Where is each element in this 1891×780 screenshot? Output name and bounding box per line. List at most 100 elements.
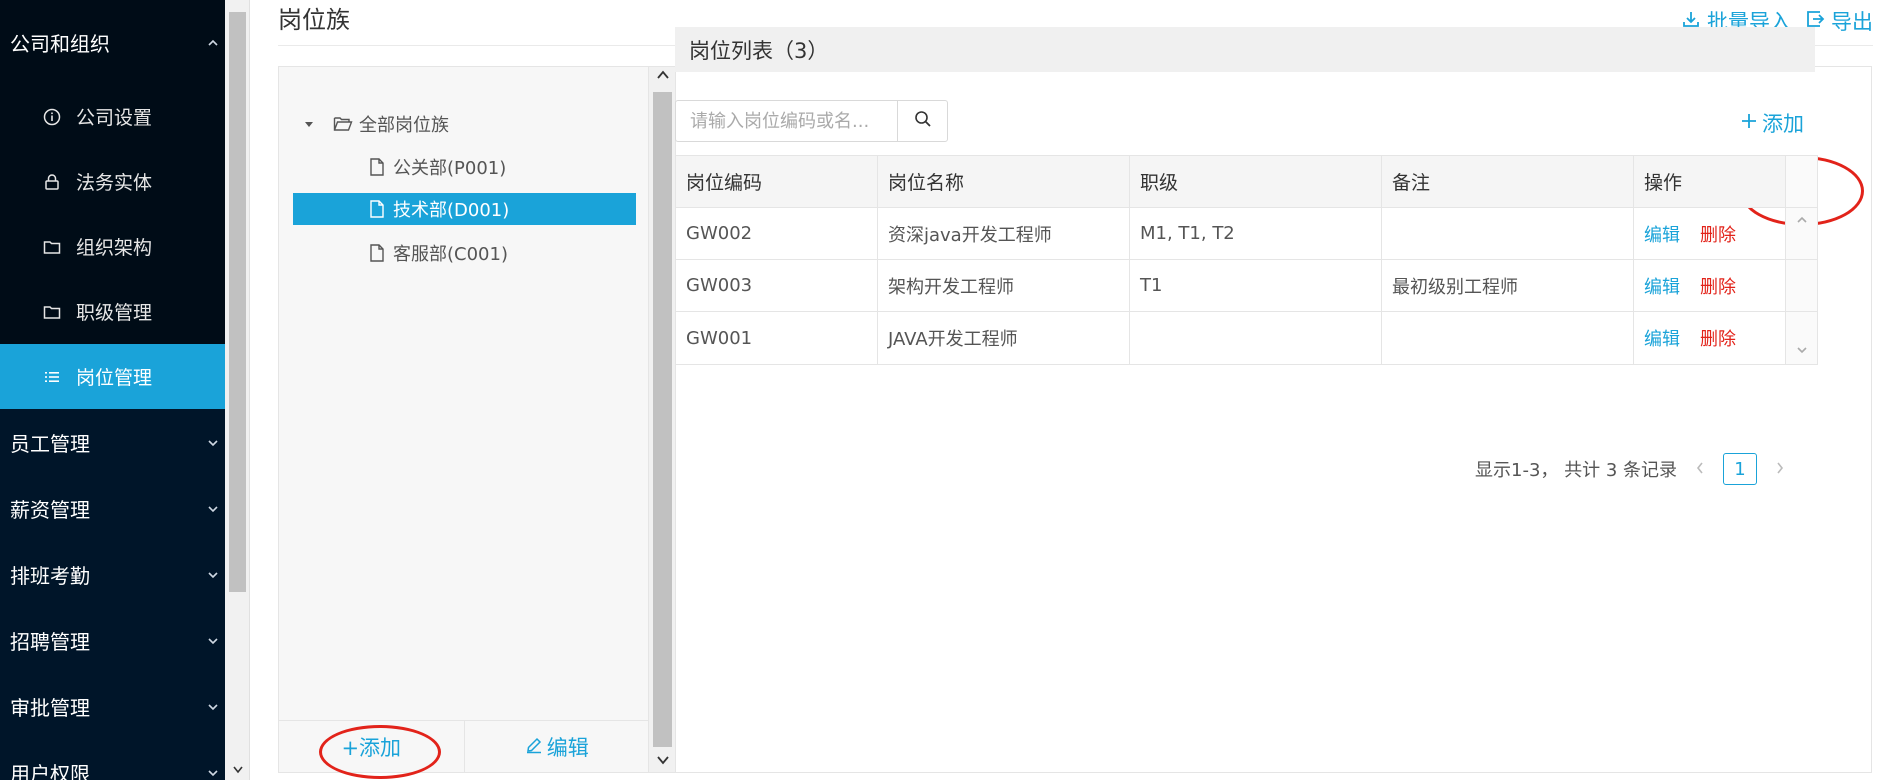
sidebar-item-legal-entity[interactable]: 法务实体: [0, 149, 225, 214]
cell-actions: 编辑 删除: [1634, 208, 1786, 259]
cell-actions: 编辑 删除: [1634, 260, 1786, 311]
cell-code: GW003: [676, 260, 878, 311]
export-button[interactable]: 导出: [1805, 6, 1873, 36]
table-scrollbar-header: [1786, 156, 1817, 207]
sidebar-item-label: 公司设置: [76, 107, 153, 129]
delete-link[interactable]: 删除: [1700, 325, 1736, 351]
sidebar-group-label: 用户权限: [10, 761, 90, 780]
list-icon: [42, 367, 62, 387]
chevron-down-icon: [207, 767, 218, 777]
pagination-summary: 显示1-3， 共计 3 条记录: [1475, 460, 1678, 481]
chevron-down-icon: [207, 635, 218, 645]
column-header-note: 备注: [1382, 156, 1634, 207]
search-icon: [914, 110, 932, 132]
chevron-down-icon: [207, 569, 218, 579]
sidebar-group-label: 公司和组织: [10, 31, 110, 56]
chevron-down-icon: [207, 701, 218, 711]
cell-note: 最初级别工程师: [1382, 260, 1634, 311]
pagination-page-current[interactable]: 1: [1723, 453, 1758, 485]
table-header-row: 岗位编码 岗位名称 职级 备注 操作: [676, 156, 1817, 208]
sidebar-group-recruitment[interactable]: 招聘管理: [0, 607, 225, 673]
tree-edit-button[interactable]: 编辑: [463, 721, 650, 772]
tree-node-child[interactable]: 客服部(C001): [367, 237, 508, 269]
page-scrollbar-thumb[interactable]: [229, 12, 246, 592]
edit-icon: [525, 735, 543, 759]
sidebar: 公司和组织 公司设置 法务实体 组织架构 职级管理 岗位管理 员工管理 薪资管理…: [0, 0, 225, 780]
sidebar-group-label: 排班考勤: [10, 563, 90, 588]
cell-note: [1382, 312, 1634, 364]
position-search-input[interactable]: [676, 101, 897, 141]
export-label: 导出: [1831, 10, 1873, 34]
folder-icon: [42, 302, 62, 322]
table-row: GW001 JAVA开发工程师 编辑 删除: [676, 312, 1817, 364]
sidebar-item-position-management[interactable]: 岗位管理: [0, 344, 225, 409]
tree-node-label: 客服部(C001): [393, 244, 508, 265]
add-position-button[interactable]: 添加: [1740, 108, 1804, 138]
edit-link[interactable]: 编辑: [1644, 273, 1680, 299]
chevron-down-icon[interactable]: [225, 764, 250, 778]
tree-scrollbar[interactable]: [649, 67, 676, 772]
cell-name: 资深java开发工程师: [878, 208, 1130, 259]
info-icon: [42, 107, 62, 127]
sidebar-group-permissions[interactable]: 用户权限: [0, 739, 225, 780]
tree-node-root[interactable]: 全部岗位族: [299, 108, 449, 140]
table-scrollbar[interactable]: [1786, 208, 1817, 259]
tree-pane: 全部岗位族 公关部(P001) 技术部(D001) 客服部(C001) +添加 …: [279, 67, 650, 779]
chevron-down-icon[interactable]: [1786, 344, 1817, 358]
sidebar-item-label: 法务实体: [76, 172, 153, 194]
sidebar-group-label: 员工管理: [10, 431, 90, 456]
sidebar-item-label: 职级管理: [76, 302, 153, 324]
add-position-label: 添加: [1762, 112, 1804, 136]
chevron-up-icon: [207, 37, 218, 47]
sidebar-group-attendance[interactable]: 排班考勤: [0, 541, 225, 607]
sidebar-group-employee[interactable]: 员工管理: [0, 409, 225, 475]
table-scrollbar[interactable]: [1786, 260, 1817, 311]
chevron-down-icon: [207, 503, 218, 513]
file-icon: [367, 199, 387, 219]
chevron-left-icon[interactable]: [1695, 459, 1705, 480]
main-content: 岗位族 批量导入 导出 全部岗位族 公关部(P001) 技术部(D001) 客服…: [250, 0, 1891, 780]
tree-node-label: 全部岗位族: [359, 115, 449, 136]
sidebar-item-org-structure[interactable]: 组织架构: [0, 214, 225, 279]
edit-link[interactable]: 编辑: [1644, 221, 1680, 247]
sidebar-group-approval[interactable]: 审批管理: [0, 673, 225, 739]
chevron-up-icon[interactable]: [1786, 214, 1817, 228]
chevron-down-icon[interactable]: [649, 754, 676, 770]
plus-icon: [1740, 111, 1758, 135]
cell-name: 架构开发工程师: [878, 260, 1130, 311]
tree-node-child[interactable]: 公关部(P001): [367, 151, 506, 183]
chevron-down-icon: [207, 437, 218, 447]
chevron-up-icon[interactable]: [649, 69, 676, 85]
tree-node-label: 技术部(D001): [393, 200, 510, 221]
page-scrollbar[interactable]: [225, 0, 250, 780]
position-search: [675, 100, 948, 142]
table-scrollbar[interactable]: [1786, 312, 1817, 364]
caret-down-icon[interactable]: [299, 114, 319, 134]
tree-add-button[interactable]: +添加: [279, 721, 464, 772]
cell-level: T1: [1130, 260, 1382, 311]
sidebar-item-label: 岗位管理: [76, 367, 153, 389]
search-button[interactable]: [897, 101, 947, 141]
tree-scrollbar-thumb[interactable]: [653, 92, 672, 747]
sidebar-group-salary[interactable]: 薪资管理: [0, 475, 225, 541]
table-row: GW002 资深java开发工程师 M1, T1, T2 编辑 删除: [676, 208, 1817, 260]
sidebar-item-rank-management[interactable]: 职级管理: [0, 279, 225, 344]
sidebar-item-company-settings[interactable]: 公司设置: [0, 84, 225, 149]
column-header-name: 岗位名称: [878, 156, 1130, 207]
tree-edit-label: 编辑: [546, 735, 589, 760]
sidebar-group-label: 招聘管理: [10, 629, 90, 654]
column-header-actions: 操作: [1634, 156, 1786, 207]
table-row: GW003 架构开发工程师 T1 最初级别工程师 编辑 删除: [676, 260, 1817, 312]
cell-level: [1130, 312, 1382, 364]
cell-level: M1, T1, T2: [1130, 208, 1382, 259]
sidebar-group-company[interactable]: 公司和组织: [0, 0, 225, 84]
cell-code: GW002: [676, 208, 878, 259]
tree-node-child-selected[interactable]: 技术部(D001): [293, 193, 636, 225]
edit-link[interactable]: 编辑: [1644, 325, 1680, 351]
delete-link[interactable]: 删除: [1700, 221, 1736, 247]
folder-open-icon: [333, 114, 353, 134]
delete-link[interactable]: 删除: [1700, 273, 1736, 299]
chevron-right-icon[interactable]: [1775, 459, 1785, 480]
position-list-header: 岗位列表（3）: [675, 27, 1815, 72]
column-header-code: 岗位编码: [676, 156, 878, 207]
